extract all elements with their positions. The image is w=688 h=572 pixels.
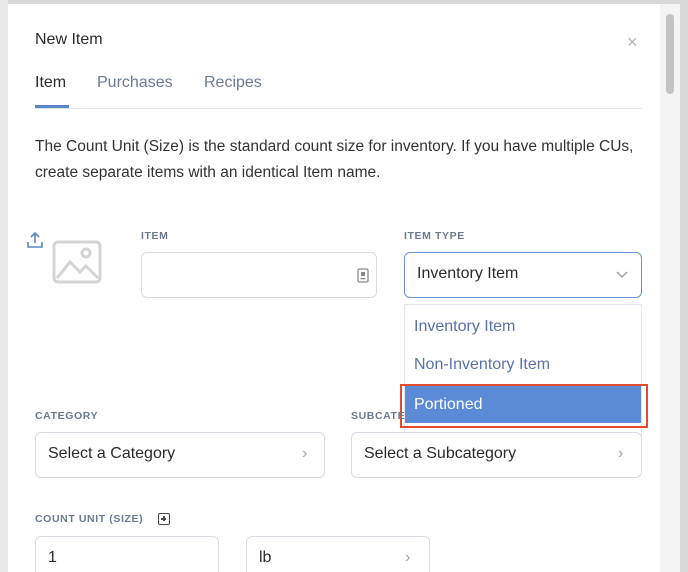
count-unit-value: lb — [259, 549, 272, 566]
id-card-icon — [357, 268, 369, 283]
option-non-inventory-item[interactable]: Non-Inventory Item — [405, 345, 641, 383]
chevron-right-icon: › — [405, 549, 411, 566]
active-tab-indicator — [35, 105, 69, 108]
scrollbar-thumb[interactable] — [666, 14, 674, 94]
close-icon[interactable]: × — [627, 33, 638, 51]
category-select[interactable]: Select a Category › — [35, 432, 325, 478]
background-strip — [0, 0, 8, 572]
chevron-right-icon: › — [618, 445, 624, 462]
option-portioned[interactable]: Portioned — [405, 385, 641, 423]
scrollbar[interactable] — [660, 4, 680, 572]
new-item-modal: New Item × Item Purchases Recipes The Co… — [8, 4, 680, 572]
image-placeholder-icon — [52, 240, 102, 284]
chevron-down-icon — [616, 271, 628, 279]
description-text: The Count Unit (Size) is the standard co… — [35, 138, 634, 181]
item-type-label: ITEM TYPE — [404, 230, 465, 242]
upload-icon[interactable] — [24, 230, 46, 250]
item-type-value: Inventory Item — [417, 265, 519, 282]
tab-item[interactable]: Item — [35, 74, 66, 92]
subcategory-label: SUBCATE — [351, 410, 406, 422]
option-inventory-item[interactable]: Inventory Item — [405, 307, 641, 345]
chevron-right-icon: › — [302, 445, 308, 462]
add-count-unit-icon[interactable] — [158, 513, 170, 525]
subcategory-value: Select a Subcategory — [364, 445, 517, 462]
count-unit-quantity-value: 1 — [48, 549, 57, 566]
tab-bar: Item Purchases Recipes — [35, 74, 642, 109]
count-unit-label: COUNT UNIT (SIZE) — [35, 513, 144, 525]
tab-recipes[interactable]: Recipes — [204, 74, 262, 92]
item-label: ITEM — [141, 230, 169, 242]
modal-title: New Item — [35, 31, 103, 48]
count-unit-quantity-input[interactable]: 1 — [35, 536, 219, 572]
item-type-dropdown: Inventory Item Non-Inventory Item Portio… — [404, 304, 642, 436]
item-type-select[interactable]: Inventory Item — [404, 252, 642, 298]
count-unit-select[interactable]: lb › — [246, 536, 430, 572]
category-label: CATEGORY — [35, 410, 99, 422]
item-name-input[interactable] — [141, 252, 377, 298]
tab-purchases[interactable]: Purchases — [97, 74, 173, 92]
category-value: Select a Category — [48, 445, 176, 462]
subcategory-select[interactable]: Select a Subcategory › — [351, 432, 642, 478]
